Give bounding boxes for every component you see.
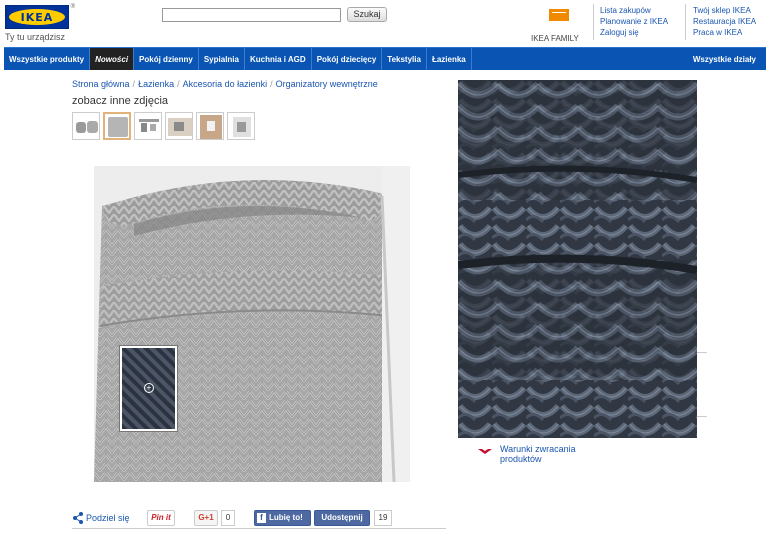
bottom-divider — [72, 528, 446, 529]
thumbnail-selected[interactable] — [103, 112, 131, 140]
breadcrumb-bathroom[interactable]: Łazienka — [138, 79, 174, 89]
divider-line — [697, 416, 707, 417]
header-links-secondary: Twój sklep IKEA Restauracja IKEA Praca w… — [693, 5, 756, 38]
thumbnail[interactable] — [72, 112, 100, 140]
returns-arrow-icon — [478, 449, 492, 454]
facebook-share-count: 19 — [374, 510, 392, 526]
main-nav: Wszystkie produkty Nowości Pokój dzienny… — [4, 47, 766, 70]
facebook-like-button[interactable]: f Lubię to! — [254, 510, 311, 526]
header-divider — [685, 4, 686, 40]
product-zoom-image — [458, 80, 697, 438]
login-link[interactable]: Zaloguj się — [600, 27, 668, 38]
nav-bedroom[interactable]: Sypialnia — [199, 48, 245, 70]
your-store-link[interactable]: Twój sklep IKEA — [693, 5, 756, 16]
shopping-list-link[interactable]: Lista zakupów — [600, 5, 668, 16]
thumbnail[interactable] — [165, 112, 193, 140]
breadcrumb: Strona główna / Łazienka / Akcesoria do łazi… — [72, 79, 378, 89]
planning-link[interactable]: Planowanie z IKEA — [600, 16, 668, 27]
share-icon[interactable] — [72, 511, 84, 525]
careers-link[interactable]: Praca w IKEA — [693, 27, 756, 38]
header-divider — [593, 4, 594, 40]
zoom-in-icon: + — [144, 383, 154, 393]
nav-living-room[interactable]: Pokój dzienny — [134, 48, 199, 70]
breadcrumb-organizers[interactable]: Organizatory wewnętrzne — [276, 79, 378, 89]
returns-label-line1: Warunki zwracania — [500, 444, 576, 454]
thumbnail[interactable] — [134, 112, 162, 140]
ikea-family-card-icon[interactable] — [549, 9, 569, 21]
thumbnail-strip — [72, 112, 255, 140]
restaurant-link[interactable]: Restauracja IKEA — [693, 16, 756, 27]
thumbnail[interactable] — [196, 112, 224, 140]
nav-kids-room[interactable]: Pokój dziecięcy — [312, 48, 383, 70]
facebook-icon: f — [257, 513, 266, 523]
ikea-family-label[interactable]: IKEA FAMILY — [531, 34, 579, 43]
facebook-share-button[interactable]: Udostępnij — [314, 510, 370, 526]
nav-kitchen[interactable]: Kuchnia i AGD — [245, 48, 312, 70]
nav-textiles[interactable]: Tekstylia — [382, 48, 427, 70]
nav-all-products[interactable]: Wszystkie produkty — [4, 48, 91, 70]
google-plus-button[interactable]: G+1 — [194, 510, 218, 526]
thumbnail[interactable] — [227, 112, 255, 140]
share-label[interactable]: Podziel się — [86, 513, 130, 529]
ikea-logo[interactable]: IKEA ® — [5, 4, 75, 29]
logo-text: IKEA — [20, 11, 54, 24]
google-plus-count: 0 — [221, 510, 235, 526]
more-photos-label: zobacz inne zdjęcia — [72, 95, 169, 107]
nav-all-departments[interactable]: Wszystkie działy — [693, 48, 756, 70]
nav-new[interactable]: Nowości — [90, 48, 135, 70]
knitted-basket-image — [94, 166, 410, 482]
knit-closeup-image — [458, 80, 697, 438]
zoom-lens[interactable]: + — [119, 345, 178, 432]
breadcrumb-accessories[interactable]: Akcesoria do łazienki — [183, 79, 268, 89]
product-main-image[interactable] — [94, 166, 410, 482]
search-input[interactable] — [162, 8, 341, 22]
pinterest-button[interactable]: Pin it — [147, 510, 175, 526]
header-links-primary: Lista zakupów Planowanie z IKEA Zaloguj … — [600, 5, 668, 38]
search-button[interactable]: Szukaj — [347, 7, 387, 22]
registered-mark: ® — [70, 4, 75, 10]
tagline: Ty tu urządzisz — [5, 32, 66, 42]
nav-bathroom[interactable]: Łazienka — [427, 48, 472, 70]
facebook-like-label: Lubię to! — [269, 513, 303, 522]
divider-line — [697, 352, 707, 353]
returns-label-line2: produktów — [500, 454, 542, 464]
breadcrumb-home[interactable]: Strona główna — [72, 79, 130, 89]
